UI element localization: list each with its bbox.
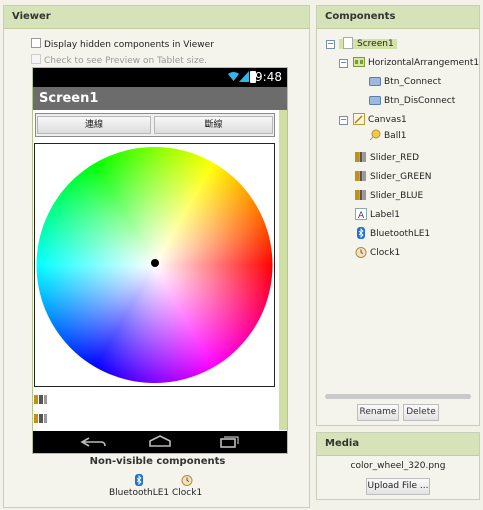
horizontal-arrangement-icon — [353, 57, 365, 67]
tree-item-bluetooth[interactable]: BluetoothLE1 — [355, 226, 430, 242]
ball[interactable] — [151, 259, 159, 267]
tree-item-slider-green[interactable]: Slider_GREEN — [355, 169, 432, 185]
slider-icon — [355, 152, 366, 162]
tree-item-horizontal-arrangement[interactable]: HorizontalArrangement1 — [353, 55, 479, 71]
button-icon — [369, 96, 381, 105]
tree-item-clock[interactable]: Clock1 — [355, 245, 400, 261]
tablet-preview-label: Check to see Preview on Tablet size. — [44, 56, 208, 66]
connect-button[interactable]: 連線 — [37, 116, 151, 134]
slider-icon — [355, 190, 366, 200]
tree-label: Slider_GREEN — [370, 172, 432, 182]
tree-item-label[interactable]: A Label1 — [355, 207, 400, 223]
tablet-preview-checkbox-row[interactable]: Check to see Preview on Tablet size. — [31, 54, 207, 66]
svg-text:A: A — [358, 211, 365, 220]
tree-label: BluetoothLE1 — [370, 229, 431, 239]
slider-green-icon[interactable] — [34, 413, 48, 424]
viewer-title: Viewer — [4, 6, 309, 29]
display-hidden-checkbox[interactable] — [31, 38, 41, 48]
slider-icon — [355, 171, 366, 181]
media-file-item[interactable]: color_wheel_320.png — [317, 461, 479, 471]
canvas-icon — [353, 113, 365, 125]
phone-preview: 9:48 Screen1 連線 斷線 — [32, 67, 288, 454]
tree-label: HorizontalArrangement1 — [368, 58, 480, 68]
collapse-canvas-toggle[interactable]: − — [339, 116, 348, 125]
clock-icon — [181, 475, 193, 486]
canvas[interactable] — [34, 143, 275, 387]
recent-apps-icon[interactable] — [220, 436, 239, 448]
signal-icon — [239, 71, 249, 82]
rename-button[interactable]: Rename — [357, 404, 399, 421]
button-icon — [369, 77, 381, 86]
ball-icon — [369, 129, 381, 141]
screen-scrollbar[interactable] — [279, 110, 287, 430]
tree-label: Clock1 — [370, 248, 401, 258]
nonvisible-bluetooth[interactable]: BluetoothLE1 — [109, 474, 169, 498]
bluetooth-icon — [357, 227, 365, 239]
nonvisible-components-title: Non-visible components — [89, 456, 226, 467]
tree-label: Label1 — [370, 210, 401, 220]
tree-label: Btn_Connect — [384, 77, 442, 87]
tree-label: Slider_BLUE — [370, 191, 424, 201]
status-time: 9:48 — [255, 70, 282, 84]
collapse-screen1-toggle[interactable]: − — [326, 40, 335, 49]
label-icon: A — [355, 208, 367, 220]
display-hidden-label: Display hidden components in Viewer — [44, 40, 214, 50]
tree-label: Screen1 — [357, 39, 394, 49]
nonvisible-clock-label: Clock1 — [172, 488, 203, 498]
slider-red-icon[interactable] — [34, 394, 48, 405]
tree-item-slider-blue[interactable]: Slider_BLUE — [355, 188, 423, 204]
tree-label: Slider_RED — [370, 153, 420, 163]
navigation-bar — [33, 431, 287, 453]
components-title: Components — [317, 6, 479, 29]
screen-title: Screen1 — [33, 87, 287, 110]
disconnect-button[interactable]: 斷線 — [154, 116, 273, 134]
home-icon[interactable] — [149, 435, 171, 447]
viewer-panel: Viewer Display hidden components in View… — [3, 5, 310, 508]
tree-item-btn-connect[interactable]: Btn_Connect — [369, 74, 441, 90]
status-bar: 9:48 — [33, 68, 287, 87]
tree-item-ball[interactable]: Ball1 — [369, 128, 406, 144]
upload-file-button[interactable]: Upload File ... — [366, 478, 430, 495]
collapse-harr-toggle[interactable]: − — [339, 59, 348, 68]
wifi-icon — [228, 72, 239, 81]
back-icon[interactable] — [80, 437, 106, 447]
screen-icon — [343, 37, 353, 49]
tree-label: Canvas1 — [368, 115, 407, 125]
nonvisible-bluetooth-label: BluetoothLE1 — [109, 488, 170, 498]
tree-label: Btn_DisConnect — [384, 96, 456, 106]
delete-button[interactable]: Delete — [403, 404, 439, 421]
color-wheel-image — [36, 147, 273, 383]
screen-content: 連線 斷線 — [33, 110, 287, 430]
tree-item-btn-disconnect[interactable]: Btn_DisConnect — [369, 93, 455, 109]
horizontal-arrangement[interactable]: 連線 斷線 — [35, 113, 275, 137]
tablet-preview-checkbox[interactable] — [31, 54, 41, 64]
tree-label: Ball1 — [384, 131, 407, 141]
media-panel: Media color_wheel_320.png Upload File ..… — [316, 432, 480, 500]
tree-item-canvas[interactable]: Canvas1 — [353, 112, 407, 128]
components-scrollbar[interactable] — [325, 394, 471, 399]
nonvisible-clock[interactable]: Clock1 — [172, 474, 202, 498]
bluetooth-icon — [135, 474, 144, 486]
clock-icon — [355, 247, 367, 258]
display-hidden-checkbox-row[interactable]: Display hidden components in Viewer — [31, 38, 214, 50]
tree-item-screen1[interactable]: Screen1 — [339, 36, 397, 52]
components-panel: Components − Screen1 − HorizontalArrange… — [316, 5, 480, 426]
tree-item-slider-red[interactable]: Slider_RED — [355, 150, 419, 166]
media-title: Media — [317, 433, 479, 456]
